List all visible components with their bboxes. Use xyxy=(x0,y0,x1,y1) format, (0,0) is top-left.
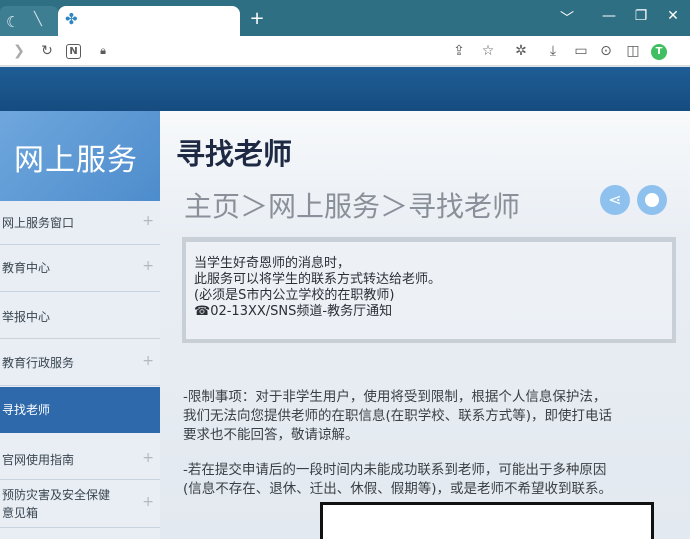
notice-line: 当学生好奇恩师的消息时， xyxy=(194,256,351,271)
restriction-paragraph-line: 要求也不能回答，敬请谅解。 xyxy=(183,427,359,443)
sidebar-title: 网上服务 xyxy=(14,143,138,178)
main-content: 寻找老师 主页＞网上服务＞寻找老师 ⋖ 当学生好奇恩师的消息时， 此服务可以将学… xyxy=(160,111,690,539)
plus-icon: + xyxy=(142,494,154,510)
sidebar-item-education-center[interactable]: 教育中心 + xyxy=(0,245,160,292)
tab-separator-icon: ╲ xyxy=(34,12,42,27)
share-page-icon[interactable]: ⇪ xyxy=(450,42,468,60)
notice-box: 当学生好奇恩师的消息时， 此服务可以将学生的联系方式转达给老师。 (必须是S市内… xyxy=(182,237,676,343)
sidebar-item-label: 官网使用指南 xyxy=(2,453,75,467)
download-icon[interactable]: ⤓ xyxy=(544,42,562,60)
sidebar-item-disaster-prevention-feedback[interactable]: 预防灾害及安全保健 意见箱 + xyxy=(0,480,160,528)
n-extension-icon[interactable]: N xyxy=(66,44,81,59)
site-favicon-icon: ✤ xyxy=(65,10,78,28)
site-header-banner xyxy=(0,67,690,111)
notice-line: 此服务可以将学生的联系方式转达给老师。 xyxy=(194,272,442,287)
print-icon xyxy=(645,193,659,207)
screenshot-icon[interactable]: ⊙ xyxy=(597,42,615,60)
contact-failure-paragraph-line: (信息不存在、退休、迁出、休假、假期等)，或是老师不希望收到联系。 xyxy=(183,481,613,497)
tab-search-icon[interactable]: ﹀ xyxy=(554,8,580,28)
plus-icon: + xyxy=(142,258,154,274)
plus-icon: + xyxy=(142,353,154,369)
bookmark-star-icon[interactable]: ☆ xyxy=(479,42,497,60)
notice-line: (必须是S市内公立学校的在职教师) xyxy=(194,288,395,303)
restriction-paragraph-line: 我们无法向您提供老师的在职信息(在职学校、联系方式等)，即使打电话 xyxy=(183,408,613,424)
sidebar-title-block: 网上服务 xyxy=(0,111,160,201)
sidebar-item-label: 寻找老师 xyxy=(2,403,51,417)
sidebar: 网上服务 网上服务窗口 + 教育中心 + 举报中心 教育行政服务 + 寻找老师 … xyxy=(0,111,160,539)
restriction-paragraph-line: -限制事项：对于非学生用户，使用将受到限制，根据个人信息保护法， xyxy=(183,389,607,405)
page-title: 寻找老师 xyxy=(176,137,293,171)
sidebar-item-label: 教育行政服务 xyxy=(2,356,75,370)
sidebar-item-label: 网上服务窗口 xyxy=(2,216,75,230)
share-icon: ⋖ xyxy=(608,190,622,209)
breadcrumb: 主页＞网上服务＞寻找老师 xyxy=(184,190,521,223)
video-icon[interactable]: ▭ xyxy=(572,42,590,60)
sidebar-item-site-guide[interactable]: 官网使用指南 + xyxy=(0,434,160,480)
sidebar-item-education-admin[interactable]: 教育行政服务 + xyxy=(0,339,160,386)
lock-icon[interactable]: 🔒︎ xyxy=(94,42,112,60)
restore-button[interactable]: ❐ xyxy=(628,8,654,24)
sidebar-toggle-icon[interactable]: ◫ xyxy=(624,42,642,60)
browser-toolbar: ❯ ↻ N 🔒︎ ⇪ ☆ ✲ ⤓ ▭ ⊙ ◫ T xyxy=(0,36,690,66)
new-tab-button[interactable]: + xyxy=(247,8,267,29)
browser-tab-active[interactable]: ✤ xyxy=(58,6,240,36)
moon-icon: ☾ xyxy=(6,13,20,31)
sidebar-item-label: 教育中心 xyxy=(2,261,51,275)
plus-icon: + xyxy=(142,213,154,229)
extensions-icon[interactable]: ✲ xyxy=(512,42,530,60)
minimize-button[interactable]: — xyxy=(596,8,622,24)
sidebar-item-label: 举报中心 xyxy=(2,310,51,324)
close-window-button[interactable]: ✕ xyxy=(660,8,686,24)
sidebar-item-find-teacher[interactable]: 寻找老师 xyxy=(0,387,160,433)
browser-tab-inactive[interactable]: ☾ ╲ xyxy=(0,6,58,36)
contact-failure-paragraph-line: -若在提交申请后的一段时间内未能成功联系到老师，可能出于多种原因 xyxy=(183,462,607,478)
print-button[interactable] xyxy=(637,185,667,215)
overlay-panel xyxy=(320,502,654,539)
profile-avatar[interactable]: T xyxy=(651,44,667,60)
browser-tab-bar: ☾ ╲ ✤ + ﹀ — ❐ ✕ xyxy=(0,0,690,36)
notice-line: ☎02-13XX/SNS频道-教务厅通知 xyxy=(194,304,393,319)
share-button[interactable]: ⋖ xyxy=(600,185,630,215)
sidebar-item-label-line2: 意见箱 xyxy=(2,506,39,520)
sidebar-item-label: 预防灾害及安全保健 xyxy=(2,488,111,502)
reload-icon[interactable]: ↻ xyxy=(38,42,56,60)
forward-icon[interactable]: ❯ xyxy=(10,42,28,60)
sidebar-item-report-center[interactable]: 举报中心 xyxy=(0,292,160,339)
sidebar-item-online-service-window[interactable]: 网上服务窗口 + xyxy=(0,201,160,245)
plus-icon: + xyxy=(142,450,154,466)
